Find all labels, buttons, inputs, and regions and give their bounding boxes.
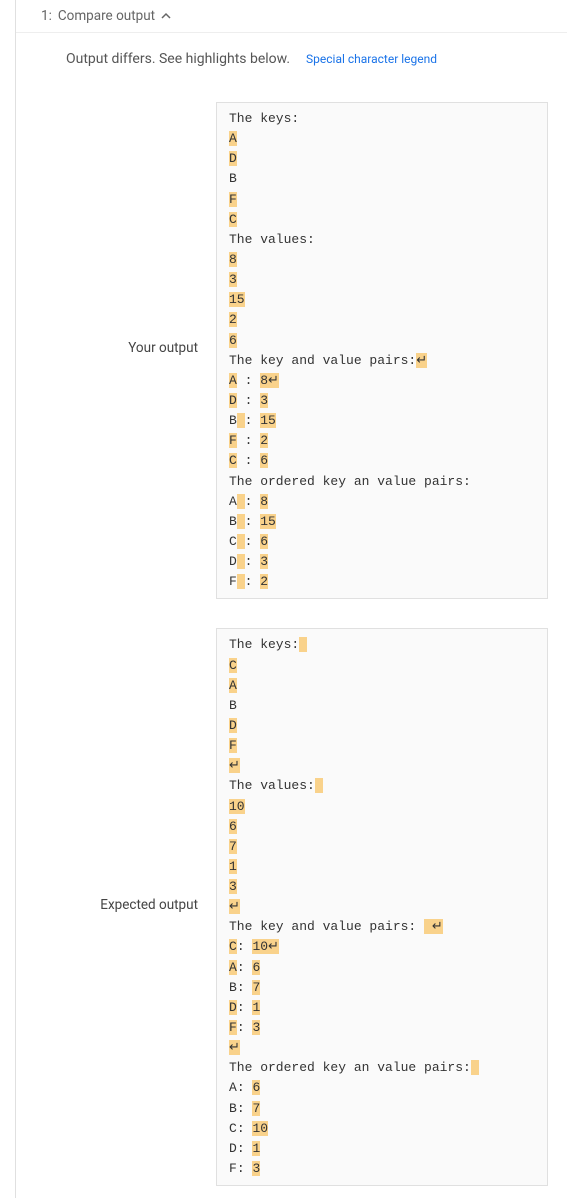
diff-highlight: ↵: [424, 919, 443, 934]
diff-highlight: 15: [260, 514, 276, 529]
chevron-up-icon: [161, 11, 171, 21]
diff-highlight: 2: [260, 433, 268, 448]
diff-highlight: 3: [252, 1020, 260, 1035]
expected-output-box: The keys: C A B D F ↵ The values: 10 6 7…: [216, 628, 548, 1186]
header-title: Compare output: [58, 8, 155, 24]
diff-highlight: 10↵: [252, 939, 279, 954]
diff-highlight: 3: [260, 554, 268, 569]
diff-highlight: A: [229, 131, 237, 146]
diff-highlight: 8↵: [260, 373, 279, 388]
diff-highlight: 6: [252, 960, 260, 975]
diff-highlight: [237, 514, 245, 529]
diff-highlight: 3: [260, 393, 268, 408]
compare-output-header[interactable]: 1: Compare output: [16, 0, 567, 33]
diff-highlight: 15: [260, 413, 276, 428]
diff-highlight: A: [229, 960, 237, 975]
diff-highlight: F: [229, 192, 237, 207]
diff-highlight: [237, 534, 245, 549]
diff-highlight: 6: [260, 453, 268, 468]
diff-highlight: 15: [229, 292, 245, 307]
diff-highlight: 3: [229, 879, 237, 894]
diff-highlight: 1: [252, 1000, 260, 1015]
diff-highlight: ↵: [229, 758, 240, 773]
diff-subheader: Output differs. See highlights below. Sp…: [16, 33, 567, 85]
diff-highlight: A: [229, 373, 237, 388]
diff-highlight: D: [229, 1000, 237, 1015]
header-index: 1:: [41, 8, 52, 24]
diff-highlight: 1: [252, 1141, 260, 1156]
diff-highlight: C: [229, 658, 237, 673]
diff-highlight: [237, 494, 245, 509]
diff-highlight: C: [229, 939, 237, 954]
diff-highlight: 10: [229, 799, 245, 814]
diff-highlight: 2: [229, 312, 237, 327]
diff-highlight: 6: [229, 819, 237, 834]
diff-highlight: 3: [252, 1161, 260, 1176]
diff-highlight: A: [229, 678, 237, 693]
diff-highlight: ↵: [416, 353, 427, 368]
your-output-box: The keys: A D B F C The values: 8 3 15 2…: [216, 102, 548, 599]
diff-highlight: F: [229, 1020, 237, 1035]
diff-highlight: [471, 1060, 479, 1075]
diff-highlight: D: [229, 718, 237, 733]
diff-highlight: [237, 554, 245, 569]
diff-highlight: [315, 778, 323, 793]
diff-highlight: 6: [252, 1080, 260, 1095]
diff-highlight: 2: [260, 574, 268, 589]
diff-highlight: 8: [229, 252, 237, 267]
expected-output-label: Expected output: [100, 897, 198, 913]
your-output-label: Your output: [128, 340, 198, 356]
diff-highlight: [237, 413, 245, 428]
expected-output-row: Expected output The keys: C A B D F ↵ Th…: [16, 611, 567, 1198]
diff-highlight: [237, 574, 245, 589]
diff-highlight: D: [229, 151, 237, 166]
diff-highlight: C: [229, 453, 237, 468]
diff-message: Output differs. See highlights below.: [66, 51, 290, 67]
diff-highlight: 7: [252, 980, 260, 995]
diff-highlight: 8: [260, 494, 268, 509]
diff-highlight: C: [229, 212, 237, 227]
special-char-legend-link[interactable]: Special character legend: [306, 52, 437, 66]
diff-highlight: 6: [260, 534, 268, 549]
diff-highlight: D: [229, 393, 237, 408]
diff-highlight: ↵: [229, 899, 240, 914]
diff-highlight: [299, 637, 307, 652]
diff-highlight: 7: [252, 1101, 260, 1116]
diff-highlight: 6: [229, 333, 237, 348]
diff-highlight: F: [229, 738, 237, 753]
your-output-row: Your output The keys: A D B F C The valu…: [16, 85, 567, 611]
diff-highlight: F: [229, 433, 237, 448]
diff-highlight: 7: [229, 839, 237, 854]
diff-highlight: 3: [229, 272, 237, 287]
diff-highlight: 10: [252, 1121, 268, 1136]
diff-highlight: 1: [229, 859, 237, 874]
diff-highlight: ↵: [229, 1040, 240, 1055]
